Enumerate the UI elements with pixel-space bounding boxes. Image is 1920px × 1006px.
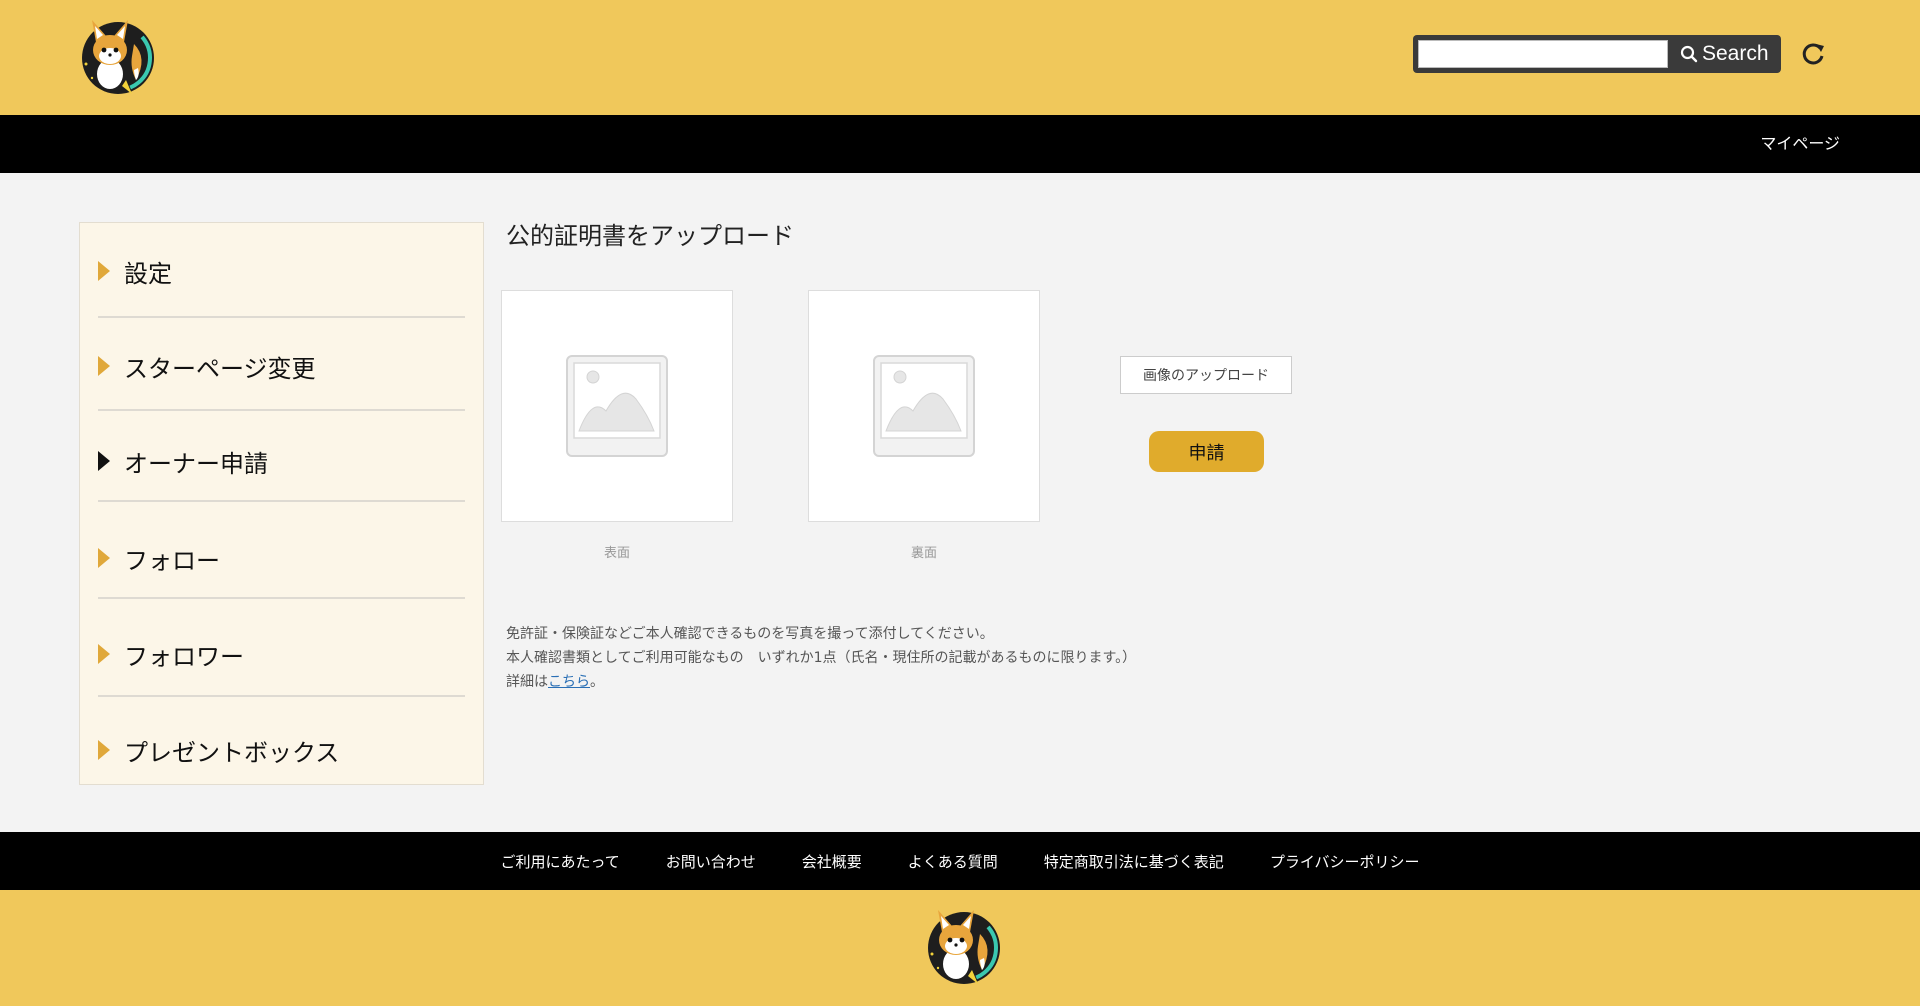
site-logo[interactable] <box>74 14 154 98</box>
site-header: Search <box>0 0 1920 115</box>
search-input[interactable] <box>1418 40 1668 68</box>
sidebar-item-owner-application[interactable]: オーナー申請 <box>98 413 465 509</box>
top-nav-bar: マイページ <box>0 115 1920 173</box>
back-caption: 裏面 <box>910 546 937 561</box>
footer-link-privacy[interactable]: プライバシーポリシー <box>1270 851 1420 872</box>
search-bar: Search <box>1413 35 1781 73</box>
apply-button[interactable]: 申請 <box>1149 431 1264 472</box>
arrow-right-icon <box>98 548 110 568</box>
sidebar-menu: 設定 スターページ変更 オーナー申請 フォロー フォロワー プレゼントボックス <box>79 222 484 785</box>
sidebar-item-label: フォロワー <box>124 642 244 671</box>
details-link[interactable]: こちら <box>548 674 590 690</box>
sidebar-item-follow[interactable]: フォロー <box>98 510 465 606</box>
sidebar-item-label: オーナー申請 <box>124 449 268 478</box>
footer-link-company[interactable]: 会社概要 <box>802 851 862 872</box>
sidebar-item-present-box[interactable]: プレゼントボックス <box>98 702 465 798</box>
site-footer <box>0 890 1920 1006</box>
arrow-right-icon <box>98 356 110 376</box>
front-image-slot[interactable] <box>501 290 733 522</box>
sidebar-item-label: 設定 <box>124 259 172 288</box>
sidebar-divider <box>98 597 465 599</box>
sidebar-divider <box>98 409 465 411</box>
arrow-right-icon <box>98 261 110 281</box>
instruction-line: 免許証・保険証などご本人確認できるものを写真を撮って添付してください。 <box>506 626 994 642</box>
sidebar-item-settings[interactable]: 設定 <box>98 223 465 319</box>
upload-instructions: 免許証・保険証などご本人確認できるものを写真を撮って添付してください。 本人確認… <box>506 622 1136 694</box>
refresh-icon <box>1802 43 1824 65</box>
arrow-right-icon <box>98 451 110 471</box>
fox-logo-icon <box>82 20 154 94</box>
footer-nav: ご利用にあたって お問い合わせ 会社概要 よくある質問 特定商取引法に基づく表記… <box>0 832 1920 890</box>
image-placeholder-icon <box>566 355 668 457</box>
details-prefix: 詳細は <box>506 674 548 690</box>
arrow-right-icon <box>98 740 110 760</box>
image-placeholder-icon <box>873 355 975 457</box>
sidebar-divider <box>98 500 465 502</box>
upload-image-button[interactable]: 画像のアップロード <box>1120 356 1292 394</box>
sidebar-item-star-page[interactable]: スターページ変更 <box>98 318 465 414</box>
search-icon <box>1680 45 1698 63</box>
footer-link-contact[interactable]: お問い合わせ <box>666 851 756 872</box>
arrow-right-icon <box>98 644 110 664</box>
fox-logo-icon <box>928 910 1000 984</box>
details-suffix: 。 <box>590 674 604 690</box>
sidebar-item-label: スターページ変更 <box>124 354 316 383</box>
mypage-link[interactable]: マイページ <box>1760 130 1840 154</box>
footer-link-terms[interactable]: ご利用にあたって <box>500 851 619 872</box>
back-image-slot[interactable] <box>808 290 1040 522</box>
page-title: 公的証明書をアップロード <box>506 222 794 250</box>
sidebar-item-label: プレゼントボックス <box>124 738 340 767</box>
refresh-button[interactable] <box>1797 38 1829 70</box>
footer-link-commerce-law[interactable]: 特定商取引法に基づく表記 <box>1044 851 1224 872</box>
sidebar-item-followers[interactable]: フォロワー <box>98 606 465 702</box>
front-caption: 表面 <box>603 546 630 561</box>
search-button[interactable]: Search <box>1680 42 1769 66</box>
search-button-label: Search <box>1702 42 1769 65</box>
footer-link-faq[interactable]: よくある質問 <box>908 851 998 872</box>
instruction-line: 詳細はこちら。 <box>506 670 1136 694</box>
instruction-line: 本人確認書類としてご利用可能なもの いずれか1点（氏名・現住所の記載があるものに… <box>506 650 1137 666</box>
footer-logo[interactable] <box>920 904 1000 988</box>
sidebar-item-label: フォロー <box>124 546 220 575</box>
sidebar-divider <box>98 695 465 697</box>
